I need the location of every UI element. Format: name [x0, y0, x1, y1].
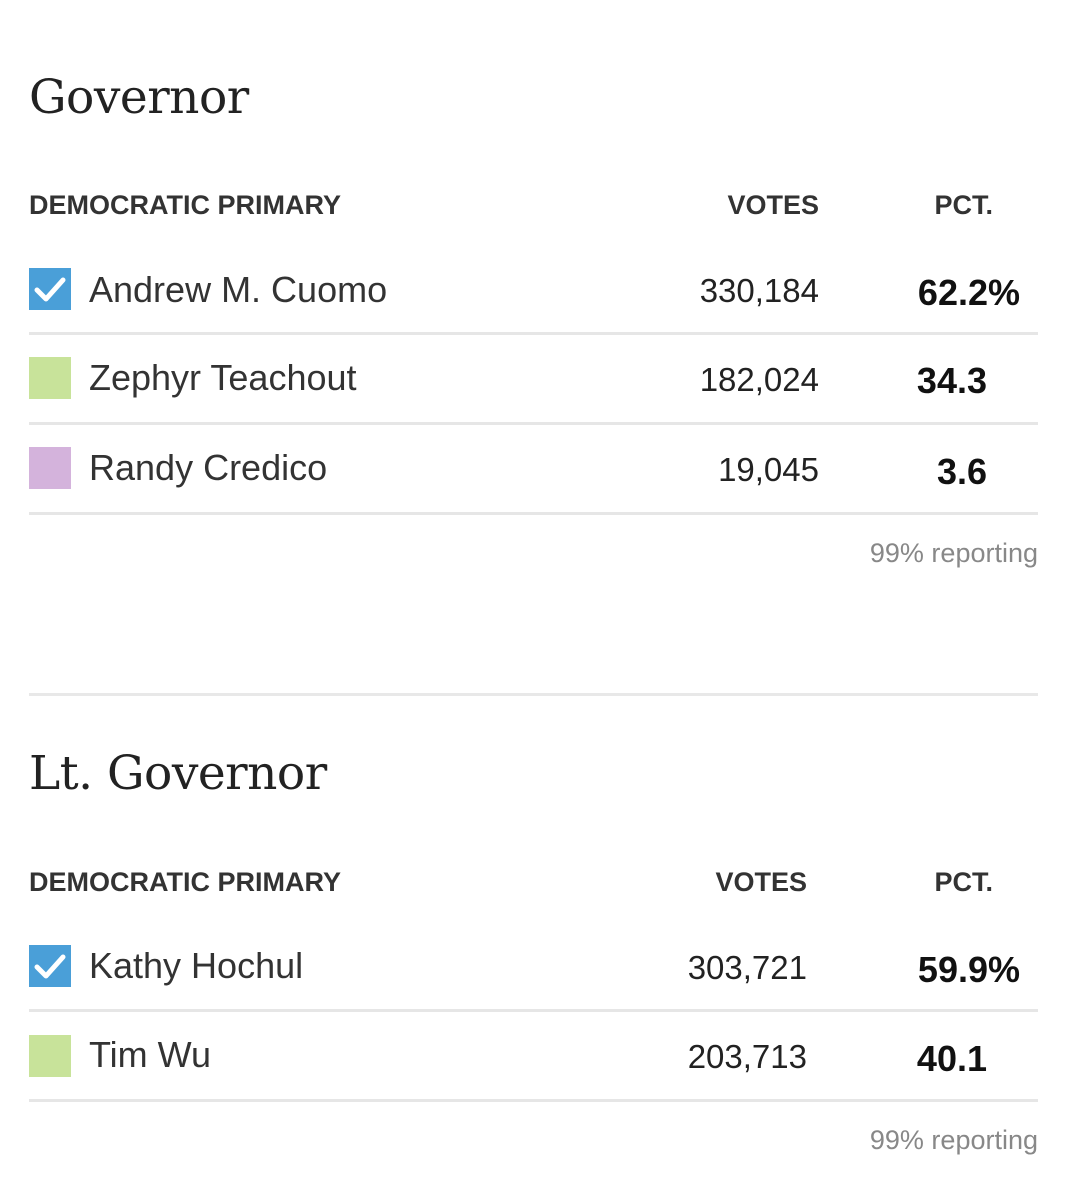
candidate-votes: 203,713 [687, 1038, 807, 1075]
candidate-pct: 40.1 [916, 1038, 987, 1079]
candidate-pct: 59.9% [917, 949, 1020, 990]
winner-check-icon [29, 945, 71, 987]
race-title-governor: Governor [29, 70, 249, 125]
pct-column-header: PCT. [934, 190, 993, 220]
candidate-row: Andrew M. Cuomo 330,184 62.2% [29, 245, 1038, 335]
candidate-color-swatch [29, 357, 71, 399]
reporting-status: 99% reporting [869, 1125, 1038, 1155]
candidate-name: Kathy Hochul [89, 945, 304, 986]
candidate-row: Zephyr Teachout 182,024 34.3 [29, 335, 1038, 425]
votes-column-header: VOTES [727, 190, 819, 220]
candidate-row: Kathy Hochul 303,721 59.9% [29, 922, 1038, 1012]
candidate-votes: 303,721 [687, 949, 807, 986]
candidate-name: Zephyr Teachout [89, 357, 357, 398]
reporting-status: 99% reporting [869, 538, 1038, 568]
section-divider [29, 693, 1038, 696]
candidate-row: Tim Wu 203,713 40.1 [29, 1012, 1038, 1102]
primary-label: DEMOCRATIC PRIMARY [29, 190, 341, 220]
candidate-pct: 62.2% [917, 272, 1020, 313]
race-title-lt-governor: Lt. Governor [29, 746, 327, 801]
candidate-row: Randy Credico 19,045 3.6 [29, 425, 1038, 515]
candidate-votes: 19,045 [718, 451, 819, 488]
row-divider [29, 1099, 1038, 1102]
candidate-votes: 182,024 [699, 361, 819, 398]
candidate-name: Randy Credico [89, 447, 328, 488]
winner-check-icon [29, 268, 71, 310]
candidate-color-swatch [29, 447, 71, 489]
candidate-name: Tim Wu [89, 1034, 211, 1075]
candidate-votes: 330,184 [699, 272, 819, 309]
pct-column-header: PCT. [934, 867, 993, 897]
candidate-pct: 34.3 [916, 360, 987, 401]
candidate-pct: 3.6 [936, 451, 987, 492]
candidate-color-swatch [29, 1035, 71, 1077]
votes-column-header: VOTES [715, 867, 807, 897]
primary-label: DEMOCRATIC PRIMARY [29, 867, 341, 897]
candidate-name: Andrew M. Cuomo [89, 269, 388, 310]
row-divider [29, 512, 1038, 515]
